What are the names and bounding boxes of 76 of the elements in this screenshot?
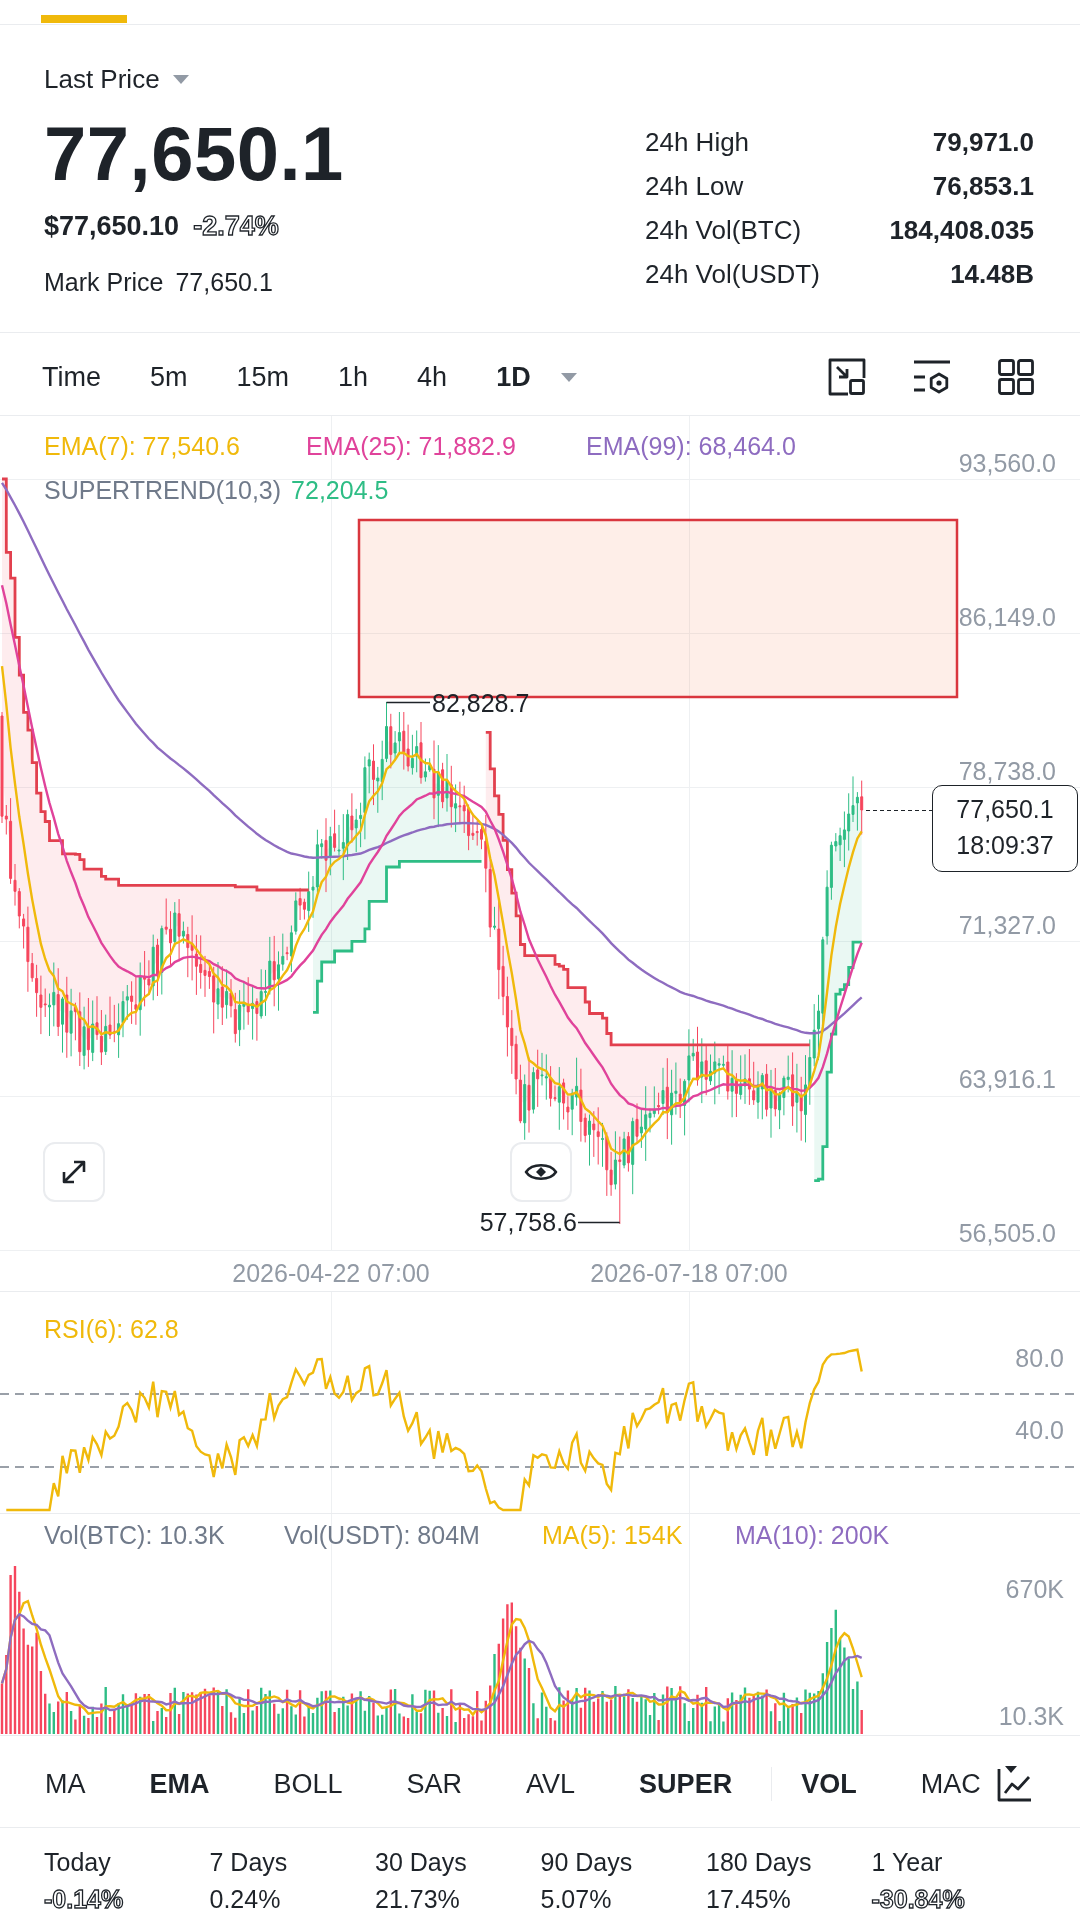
period-label: 180 Days (706, 1847, 813, 1878)
volume-legend: Vol(USDT): 804M (284, 1520, 542, 1550)
mark-price-value: 77,650.1 (175, 267, 273, 298)
period-change: 0.24% (209, 1884, 282, 1915)
last-price: 77,650.1 (44, 116, 344, 192)
indicator-tab[interactable]: MAC (920, 1766, 981, 1802)
stat-value: 76,853.1 (932, 170, 1034, 202)
period-change: 17.45% (706, 1884, 792, 1915)
volume-legend: Vol(BTC): 10.3K (44, 1520, 284, 1550)
price-axis-label: 78,738.0 (958, 756, 1056, 786)
timeframe-tab[interactable]: 1D (496, 359, 577, 395)
period-change: 5.07% (540, 1884, 613, 1915)
low-price-label: 57,758.6 (479, 1208, 577, 1236)
time-axis-label: 2026-04-22 07:00 (232, 1258, 430, 1288)
list-hexagon-icon[interactable] (912, 359, 952, 395)
candle-countdown: 18:09:37 (956, 830, 1054, 861)
price-change: -2.74% (193, 210, 279, 243)
time-axis-label: 2026-07-18 07:00 (590, 1258, 788, 1288)
window-arrow-icon[interactable] (828, 358, 866, 396)
high-price-label: 82,828.7 (432, 688, 530, 718)
stat-label: 24h Low (645, 170, 745, 202)
stat-label: 24h Vol(USDT) (645, 258, 821, 290)
period-label: 1 Year (871, 1847, 944, 1878)
price-axis-label: 71,327.0 (958, 910, 1056, 940)
period-label: 90 Days (540, 1847, 634, 1878)
usd-price: $77,650.10 (44, 210, 180, 243)
ema-legend: EMA(99): 68,464.0 (586, 430, 796, 462)
period-change: 21.73% (375, 1884, 461, 1915)
low-price-leader (577, 1221, 621, 1224)
period-label: 7 Days (209, 1847, 289, 1878)
volume-legend: MA(5): 154K (542, 1520, 735, 1550)
eye-icon (524, 1161, 558, 1183)
stat-label: 24h Vol(BTC) (645, 214, 803, 246)
volume-axis-label: 670K (1005, 1574, 1064, 1604)
timeframe-tab[interactable]: 1h (338, 359, 369, 395)
current-price: 77,650.1 (956, 794, 1054, 825)
stat-value: 79,971.0 (932, 126, 1034, 158)
visibility-button[interactable] (510, 1142, 572, 1202)
mark-price-label: Mark Price (44, 267, 164, 298)
stat-value: 14.48B (950, 258, 1034, 290)
indicator-tab[interactable]: SUPER (639, 1766, 733, 1802)
timeframe-tab[interactable]: 4h (417, 359, 448, 395)
period-label: 30 Days (375, 1847, 468, 1878)
price-axis-label: 56,505.0 (958, 1218, 1056, 1248)
indicator-tab[interactable]: SAR (406, 1766, 463, 1802)
indicator-tab[interactable]: EMA (149, 1766, 210, 1802)
high-price-leader (385, 701, 431, 704)
line-chart-icon[interactable] (996, 1766, 1033, 1802)
timeframe-tab[interactable]: 15m (236, 359, 290, 395)
supertrend-value: 72,204.5 (291, 475, 389, 506)
grid-icon[interactable] (998, 359, 1034, 395)
price-type-dropdown[interactable]: Last Price (44, 62, 189, 96)
rsi-axis-label: 40.0 (1015, 1415, 1064, 1445)
ema-legend: EMA(7): 77,540.6 (44, 430, 306, 462)
stat-value: 184,408.035 (889, 214, 1034, 246)
timeframe-tab[interactable]: 5m (150, 359, 188, 395)
period-label: Today (44, 1847, 112, 1878)
indicator-tab[interactable]: MA (45, 1766, 86, 1802)
rsi-axis-label: 80.0 (1015, 1343, 1064, 1373)
period-change: -0.14% (44, 1884, 125, 1915)
indicator-tab[interactable]: AVL (526, 1766, 576, 1802)
indicator-tab[interactable]: BOLL (273, 1766, 343, 1802)
expand-button[interactable] (43, 1142, 105, 1202)
price-axis-label: 93,560.0 (958, 448, 1056, 478)
rsi-legend: RSI(6): 62.8 (44, 1314, 179, 1344)
ema-legend: EMA(25): 71,882.9 (306, 430, 586, 462)
timeframe-tab[interactable]: Time (42, 359, 101, 395)
supertrend-label: SUPERTREND(10,3) (44, 475, 282, 506)
stat-label: 24h High (645, 126, 751, 158)
price-axis-label: 63,916.1 (958, 1064, 1056, 1094)
price-axis-label: 86,149.0 (958, 602, 1056, 632)
indicator-tab[interactable]: VOL (801, 1766, 857, 1802)
volume-legend: MA(10): 200K (735, 1520, 890, 1550)
volume-axis-label: 10.3K (998, 1701, 1064, 1731)
period-change: -30.84% (871, 1884, 966, 1915)
caret-icon (172, 74, 189, 84)
